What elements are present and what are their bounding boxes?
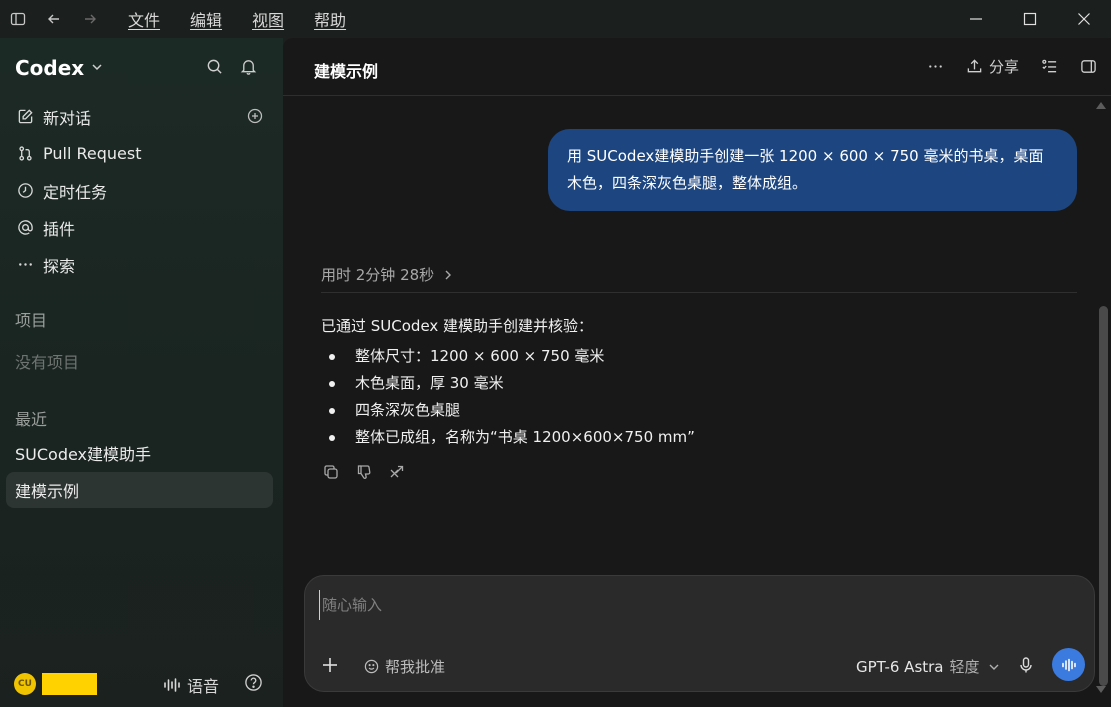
share-button[interactable]: 分享 — [966, 56, 1019, 77]
fork-icon[interactable] — [389, 464, 422, 484]
plus-icon — [323, 658, 337, 672]
waveform-icon — [1061, 658, 1076, 671]
back-arrow-icon[interactable] — [36, 0, 72, 38]
menu-edit[interactable]: 编辑 — [190, 7, 222, 31]
microphone-button[interactable] — [1017, 656, 1035, 678]
list-item: 四条深灰色桌腿 — [321, 397, 1077, 424]
menu-help[interactable]: 帮助 — [314, 7, 346, 31]
sidebar-item-label: 插件 — [43, 219, 76, 239]
page-title: 建模示例 — [314, 62, 379, 81]
minimize-button[interactable] — [949, 0, 1003, 38]
sidebar-nav: 新对话 Pull Request 定时任务 插件 探索 — [0, 98, 283, 283]
user-name-redacted — [42, 673, 97, 695]
sidebar-item-label: 探索 — [43, 256, 76, 276]
more-dots-icon — [15, 255, 35, 275]
divider — [321, 292, 1077, 293]
approval-mode-button[interactable]: 帮我批准 — [364, 656, 445, 677]
assistant-message: 已通过 SUCodex 建模助手创建并核验： 整体尺寸：1200 × 600 ×… — [321, 314, 1077, 451]
side-panel-icon — [1081, 60, 1096, 73]
maximize-button[interactable] — [1003, 0, 1057, 38]
more-options-button[interactable] — [927, 58, 944, 75]
model-name: GPT-6 Astra — [856, 657, 944, 676]
reasoning-effort: 轻度 — [949, 658, 980, 676]
avatar[interactable]: CU — [14, 673, 36, 695]
composer: 帮我批准 GPT-6 Astra 轻度 — [304, 575, 1095, 692]
sidebar-item-scheduled-tasks[interactable]: 定时任务 — [0, 172, 283, 209]
list-item: 木色桌面，厚 30 毫米 — [321, 370, 1077, 397]
voice-button[interactable]: 语音 — [163, 673, 219, 697]
sidebar-item-pull-request[interactable]: Pull Request — [0, 135, 283, 172]
smile-icon — [364, 659, 379, 674]
forward-arrow-icon[interactable] — [72, 0, 108, 38]
share-label: 分享 — [988, 58, 1019, 76]
checklist-icon — [1042, 59, 1057, 73]
sidebar-footer: CU 语音 — [0, 661, 283, 707]
app-switcher[interactable]: Codex — [15, 56, 104, 80]
elapsed-time-toggle[interactable]: 用时 2分钟 28秒 — [321, 264, 454, 285]
header-actions: 分享 — [927, 56, 1111, 77]
approval-mode-label: 帮我批准 — [385, 658, 446, 676]
user-message-bubble: 用 SUCodex建模助手创建一张 1200 × 600 × 750 毫米的书桌… — [548, 129, 1077, 211]
bell-icon[interactable] — [231, 58, 265, 75]
at-sign-icon — [15, 218, 35, 238]
sidebar-item-new-chat[interactable]: 新对话 — [0, 98, 283, 135]
chevron-down-icon — [989, 664, 999, 670]
sidebar: Codex 新对话 Pull Request 定时任务 插件 探索 项目 没有项… — [0, 38, 283, 707]
microphone-icon — [1020, 657, 1032, 673]
sidebar-header-actions — [197, 58, 265, 75]
copy-icon[interactable] — [323, 464, 356, 484]
search-icon[interactable] — [197, 58, 231, 75]
sidebar-item-explore[interactable]: 探索 — [0, 246, 283, 283]
assistant-message-intro: 已通过 SUCodex 建模助手创建并核验： — [321, 317, 594, 335]
projects-section-label: 项目 — [15, 311, 48, 330]
plus-circle-icon[interactable] — [247, 108, 263, 128]
menu-view[interactable]: 视图 — [252, 7, 284, 31]
menu-file[interactable]: 文件 — [128, 7, 160, 31]
upload-icon — [967, 59, 982, 73]
list-item: 整体尺寸：1200 × 600 × 750 毫米 — [321, 343, 1077, 370]
list-item: 整体已成组，名称为“书桌 1200×600×750 mm” — [321, 424, 1077, 451]
recent-item-sucodex[interactable]: SUCodex建模助手 — [6, 435, 273, 471]
voice-mode-button[interactable] — [1052, 648, 1085, 681]
elapsed-time-label: 用时 2分钟 28秒 — [321, 266, 435, 284]
sidebar-item-label: 新对话 — [43, 108, 92, 128]
message-actions — [323, 464, 422, 484]
scroll-up-arrow[interactable] — [1096, 102, 1106, 109]
main-panel: 建模示例 分享 用 SUCodex建模助手创建一张 1200 × 600 × 7… — [283, 38, 1111, 707]
close-button[interactable] — [1057, 0, 1111, 38]
scrollbar-thumb[interactable] — [1099, 306, 1108, 686]
projects-empty-text: 没有项目 — [15, 353, 80, 372]
chevron-down-icon — [90, 59, 104, 78]
app-window: 文件 编辑 视图 帮助 Codex 新对话 Pull Request 定时任务 … — [0, 0, 1111, 707]
title-bar: 文件 编辑 视图 帮助 — [0, 0, 1111, 38]
main-header: 建模示例 分享 — [283, 38, 1111, 96]
sidebar-item-label: Pull Request — [43, 144, 142, 163]
sidebar-toggle-icon[interactable] — [0, 0, 36, 38]
help-icon[interactable] — [244, 673, 263, 696]
menu-bar: 文件 编辑 视图 帮助 — [128, 7, 376, 31]
recent-item-modeling-example[interactable]: 建模示例 — [6, 472, 273, 508]
git-pull-request-icon — [15, 144, 35, 164]
edit-icon — [15, 107, 35, 127]
waveform-icon — [164, 678, 180, 692]
sidebar-item-plugins[interactable]: 插件 — [0, 209, 283, 246]
chevron-right-icon — [445, 270, 452, 279]
clock-icon — [15, 181, 35, 201]
assistant-message-list: 整体尺寸：1200 × 600 × 750 毫米 木色桌面，厚 30 毫米 四条… — [321, 343, 1077, 451]
model-selector[interactable]: GPT-6 Astra 轻度 — [856, 656, 1000, 677]
message-input[interactable] — [319, 590, 1019, 620]
task-list-button[interactable] — [1041, 58, 1058, 75]
sidebar-item-label: 定时任务 — [43, 182, 108, 202]
thumbs-down-icon[interactable] — [356, 464, 389, 484]
voice-label: 语音 — [187, 677, 220, 696]
window-controls — [949, 0, 1111, 38]
add-attachment-button[interactable] — [321, 656, 339, 678]
recent-section-label: 最近 — [15, 410, 48, 429]
toggle-panel-button[interactable] — [1080, 58, 1097, 75]
app-name: Codex — [15, 56, 85, 80]
scroll-down-arrow[interactable] — [1096, 686, 1106, 693]
more-horizontal-icon — [929, 65, 942, 68]
